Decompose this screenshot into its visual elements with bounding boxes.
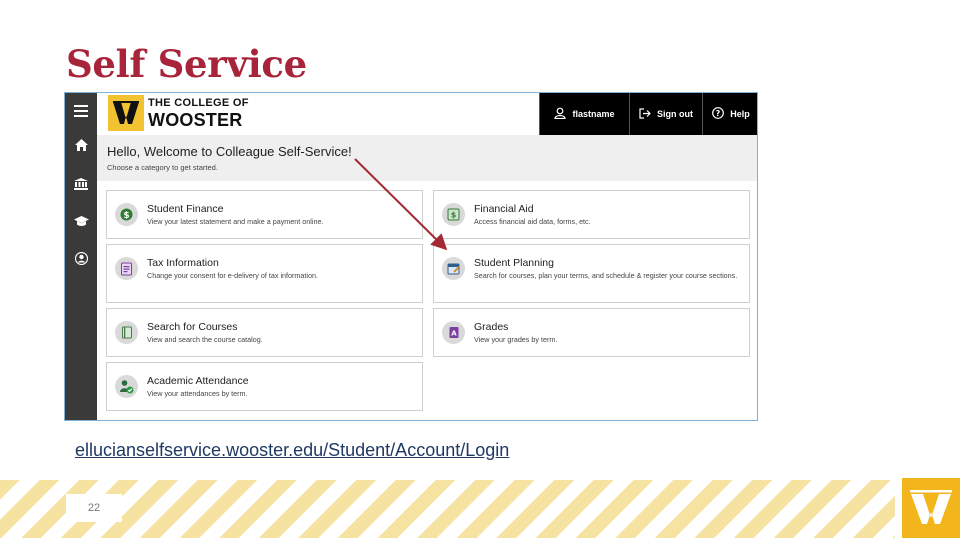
card-financial-aid[interactable]: $ Financial Aid Access financial aid dat… (433, 190, 750, 239)
side-rail (65, 93, 97, 420)
user-label: flastname (572, 109, 615, 119)
page-number: 22 (66, 494, 122, 522)
card-grades[interactable]: A Grades View your grades by term. (433, 308, 750, 357)
svg-text:$: $ (451, 211, 457, 220)
self-service-screenshot: THE COLLEGE OF WOOSTER flastname Sign ou… (64, 92, 758, 421)
card-academic-attendance[interactable]: Academic Attendance View your attendance… (106, 362, 423, 411)
card-title: Tax Information (147, 257, 219, 269)
svg-text:$: $ (123, 211, 129, 221)
svg-text:A: A (451, 330, 457, 338)
decorative-stripes (0, 480, 895, 538)
card-description: Change your consent for e-delivery of ta… (147, 271, 318, 280)
card-title: Search for Courses (147, 321, 238, 333)
bank-icon[interactable] (71, 174, 91, 194)
svg-text:?: ? (716, 109, 721, 118)
card-tax-information[interactable]: Tax Information Change your consent for … (106, 244, 423, 303)
slide-title: Self Service (66, 42, 307, 86)
welcome-banner: Hello, Welcome to Colleague Self-Service… (97, 135, 757, 181)
logo-line1: THE COLLEGE OF (148, 96, 249, 109)
help-icon: ? (712, 107, 725, 121)
self-service-url-link[interactable]: ellucianselfservice.wooster.edu/Student/… (75, 440, 509, 461)
card-description: View your attendances by term. (147, 389, 248, 398)
card-title: Student Planning (474, 257, 554, 269)
book-icon (115, 321, 138, 344)
menu-icon[interactable] (71, 101, 91, 121)
card-title: Student Finance (147, 203, 224, 215)
person-icon (554, 107, 567, 121)
graduation-cap-icon[interactable] (71, 211, 91, 231)
sign-out-button[interactable]: Sign out (629, 93, 702, 135)
sign-out-label: Sign out (657, 109, 693, 119)
help-label: Help (730, 109, 750, 119)
money-icon: $ (442, 203, 465, 226)
welcome-title: Hello, Welcome to Colleague Self-Service… (107, 144, 352, 159)
card-search-for-courses[interactable]: Search for Courses View and search the c… (106, 308, 423, 357)
card-description: Access financial aid data, forms, etc. (474, 217, 591, 226)
card-student-finance[interactable]: $ Student Finance View your latest state… (106, 190, 423, 239)
card-student-planning[interactable]: Student Planning Search for courses, pla… (433, 244, 750, 303)
top-bar: THE COLLEGE OF WOOSTER flastname Sign ou… (97, 93, 757, 135)
card-description: View and search the course catalog. (147, 335, 263, 344)
card-description: View your latest statement and make a pa… (147, 217, 324, 226)
corner-w-logo-icon (902, 478, 960, 538)
card-title: Financial Aid (474, 203, 534, 215)
card-description: View your grades by term. (474, 335, 558, 344)
user-menu-button[interactable]: flastname (539, 93, 629, 135)
dollar-icon: $ (115, 203, 138, 226)
card-title: Academic Attendance (147, 375, 249, 387)
college-logo[interactable]: THE COLLEGE OF WOOSTER (108, 95, 249, 131)
card-title: Grades (474, 321, 509, 333)
logo-line2: WOOSTER (148, 109, 243, 130)
w-logo-icon (108, 95, 144, 131)
card-description: Search for courses, plan your terms, and… (474, 271, 738, 280)
help-button[interactable]: ? Help (702, 93, 757, 135)
sign-out-icon (639, 107, 651, 121)
home-icon[interactable] (71, 135, 91, 155)
tax-form-icon (115, 257, 138, 280)
user-icon[interactable] (71, 248, 91, 268)
calendar-icon (442, 257, 465, 280)
attendance-icon (115, 375, 138, 398)
grade-icon: A (442, 321, 465, 344)
welcome-subtitle: Choose a category to get started. (107, 163, 218, 172)
